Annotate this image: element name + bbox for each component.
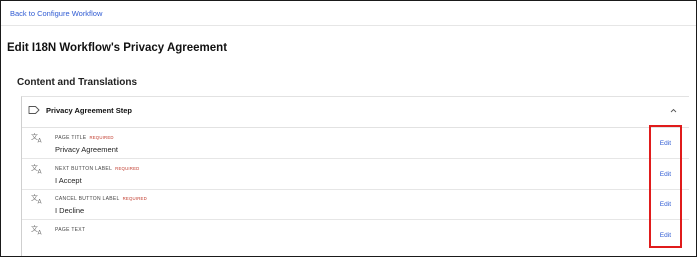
field-value: Privacy Agreement [55,145,118,154]
required-badge: REQUIRED [115,165,140,171]
required-badge: REQUIRED [122,196,147,201]
page-title: Edit I18N Workflow's Privacy Agreement [7,42,228,54]
field-value: I Accept [55,175,82,185]
field-label: PAGE TEXT [55,227,85,233]
field-label-text: PAGE TITLE [55,135,87,141]
svg-text:A: A [38,199,43,205]
privacy-agreement-step-accordion: Privacy Agreement Step 文 A PAGE TITLE REQ… [21,96,689,256]
field-label-text: PAGE TEXT [55,226,86,233]
field-row: 文 A CANCEL BUTTON LABEL REQUIRED I Declin… [22,189,689,220]
field-label: PAGE TITLE REQUIRED [55,135,114,141]
field-row: 文 A PAGE TITLE REQUIRED Privacy Agreement… [22,128,689,159]
edit-link[interactable]: Edit [660,171,671,178]
field-label: NEXT BUTTON LABEL REQUIRED [55,166,139,172]
chevron-up-icon[interactable] [669,106,678,115]
field-label-text: NEXT BUTTON LABEL [55,165,113,172]
edit-link[interactable]: Edit [660,140,671,147]
field-value: I Decline [55,206,85,215]
tag-icon [28,106,40,114]
svg-text:A: A [38,229,43,235]
edit-link[interactable]: Edit [660,201,671,208]
accordion-header[interactable]: Privacy Agreement Step [22,97,689,128]
accordion-title: Privacy Agreement Step [46,106,133,115]
field-row: 文 A NEXT BUTTON LABEL REQUIRED I Accept E… [22,159,689,190]
translate-icon: 文 A [31,224,43,235]
divider [1,25,696,26]
translate-icon: 文 A [31,193,43,205]
app-frame: Back to Configure Workflow Edit I18N Wor… [0,0,697,257]
svg-text:A: A [38,138,43,144]
translate-icon: 文 A [31,132,43,144]
field-row: 文 A PAGE TEXT Edit [22,220,689,250]
section-title: Content and Translations [17,77,138,88]
edit-link[interactable]: Edit [660,232,671,239]
back-to-configure-workflow-link[interactable]: Back to Configure Workflow [10,9,102,18]
translate-icon: 文 A [31,163,43,174]
field-label-text: CANCEL BUTTON LABEL [55,196,120,202]
field-label: CANCEL BUTTON LABEL REQUIRED [55,196,147,202]
required-badge: REQUIRED [89,135,114,140]
svg-text:A: A [38,168,43,174]
